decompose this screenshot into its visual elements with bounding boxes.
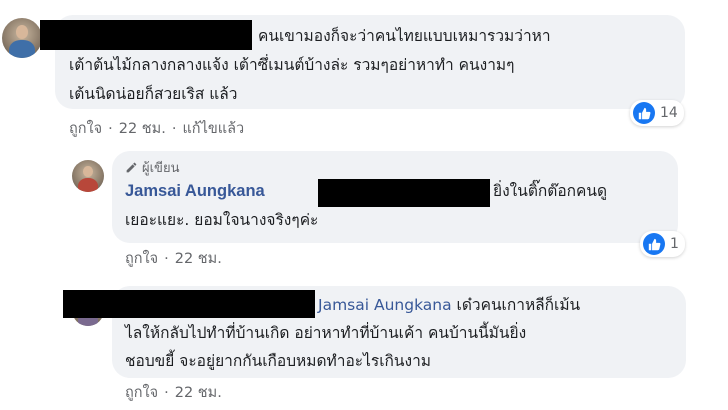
comment-text-line: เต้นนิดน่อยก็สวยเริส แล้ว — [69, 85, 238, 103]
comment-actions: ถูกใจ · 22 ชม. · แก้ไขแล้ว — [69, 121, 245, 137]
reply-text-line: ไลให้กลับไปทำที่บ้านเกิด อย่าหาทำที่บ้าน… — [125, 324, 527, 342]
like-link[interactable]: ถูกใจ — [125, 385, 158, 401]
reply-text: เด๋วคนเกาหลีก็เม้น — [451, 296, 581, 314]
timestamp[interactable]: 22 ชม. — [175, 251, 222, 267]
author-tag-label: ผู้เขียน — [142, 161, 180, 176]
like-icon — [643, 233, 665, 255]
reply-text-line: Jamsai Aungkana — [125, 177, 265, 206]
like-link[interactable]: ถูกใจ — [125, 251, 158, 267]
reply-actions: ถูกใจ · 22 ชม. — [125, 385, 222, 401]
reply-actions: ถูกใจ · 22 ชม. — [125, 251, 222, 267]
reply-text-line: Jamsai Aungkana เด๋วคนเกาหลีก็เม้น — [318, 291, 580, 320]
comment-text-line: คนเขามองก็จะว่าคนไทยแบบเหมารวมว่าหา — [258, 27, 551, 45]
author-tag: ผู้เขียน — [125, 157, 179, 178]
reply-text-line: เยอะแยะ. ยอมใจนางจริงๆค่ะ — [125, 211, 319, 229]
redacted-name — [40, 20, 252, 50]
reaction-count[interactable]: 1 — [640, 231, 685, 257]
like-link[interactable]: ถูกใจ — [69, 121, 102, 137]
redacted-mention — [318, 179, 490, 207]
timestamp[interactable]: 22 ชม. — [175, 385, 222, 401]
reaction-number: 1 — [670, 236, 679, 252]
reply-text-line: ยิ่งในติ๊กต๊อกคนดู — [493, 182, 608, 200]
pen-icon — [126, 162, 137, 173]
reaction-number: 14 — [660, 105, 678, 121]
edited-link[interactable]: แก้ไขแล้ว — [182, 121, 244, 137]
comment-text-line: เต้าต้นไม้กลางกลางแจ้ง เต้าซึ่เมนต์บ้างล… — [69, 56, 515, 74]
reply-text-line: ชอบขยี้ จะอยู่ยากกันเกือบหมดทำอะไรเกินงา… — [125, 352, 431, 370]
author-name[interactable]: Jamsai Aungkana — [125, 182, 265, 200]
reaction-count[interactable]: 14 — [630, 100, 684, 126]
mention-link[interactable]: Jamsai Aungkana — [318, 296, 452, 314]
timestamp[interactable]: 22 ชม. — [119, 121, 166, 137]
commenter-avatar[interactable] — [2, 18, 42, 58]
like-icon — [633, 102, 655, 124]
redacted-name — [63, 290, 315, 318]
author-avatar[interactable] — [72, 160, 104, 192]
